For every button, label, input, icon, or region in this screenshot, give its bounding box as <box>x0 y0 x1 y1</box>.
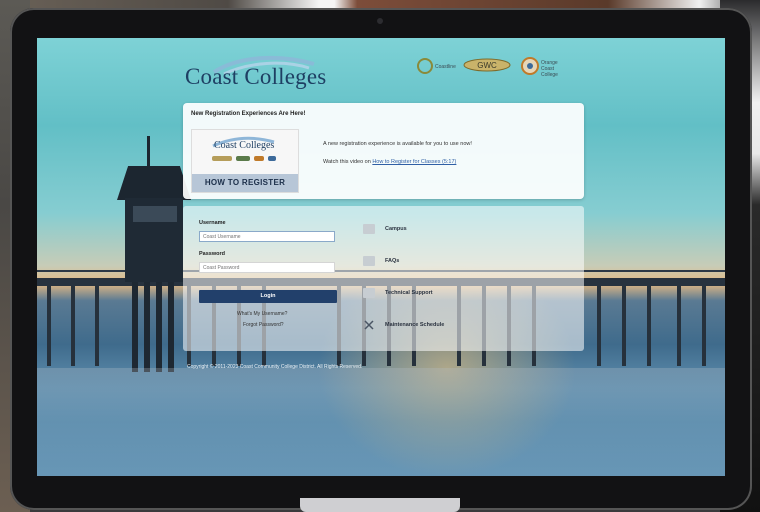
partner-logos: Coastline GWC Orange Coast College <box>417 56 567 80</box>
technical-support-label: Technical Support <box>385 290 433 296</box>
password-input[interactable] <box>199 262 335 273</box>
video-text-prefix: Watch this video on <box>323 159 373 165</box>
how-to-register-card[interactable]: Coast Colleges HOW TO REGISTER <box>191 129 299 193</box>
campus-label: Campus <box>385 226 407 232</box>
laptop-hinge <box>300 498 460 512</box>
announcement-text: A new registration experience is availab… <box>323 141 472 147</box>
login-panel: Username Password Login What's My Userna… <box>183 206 584 351</box>
occ-logo-icon <box>521 57 539 75</box>
pier-pile <box>647 286 651 366</box>
tools-icon <box>364 320 374 330</box>
how-to-register-label: HOW TO REGISTER <box>192 174 298 192</box>
support-icon <box>363 288 375 298</box>
maintenance-schedule-label: Maintenance Schedule <box>385 322 445 328</box>
partner-logo-3: Orange Coast College <box>541 60 558 78</box>
password-label: Password <box>199 251 225 257</box>
tower-legs <box>132 282 178 372</box>
copyright-text: Copyright © 2011-2023 Coast Community Co… <box>187 364 363 370</box>
how-to-register-video-link[interactable]: How to Register for Classes (5:17) <box>372 159 456 165</box>
tower-window <box>133 206 177 222</box>
pier-pile <box>95 286 99 366</box>
screen: Coast Colleges Coastline GWC Orange Coas… <box>37 38 725 476</box>
partner-logo-1: Coastline <box>435 64 456 70</box>
pier-pile <box>622 286 626 366</box>
pier-pile <box>597 286 601 366</box>
announcement-video-text: Watch this video on How to Register for … <box>323 159 456 165</box>
username-input[interactable] <box>199 231 335 242</box>
coastline-logo-icon <box>417 58 433 74</box>
help-icon <box>363 256 375 266</box>
svg-text:GWC: GWC <box>477 61 497 70</box>
pier-pile <box>71 286 75 366</box>
camera <box>377 18 383 24</box>
username-label: Username <box>199 220 226 226</box>
logo-text: Coast Colleges <box>185 64 327 89</box>
gwc-logo-icon: GWC <box>463 58 511 72</box>
tower-roof <box>117 166 191 200</box>
announcement-panel: New Registration Experiences Are Here! C… <box>183 103 584 199</box>
login-button[interactable]: Login <box>199 290 337 303</box>
water-reflection <box>37 368 725 476</box>
tower-mast <box>147 136 150 168</box>
forgot-username-link[interactable]: What's My Username? <box>237 311 287 317</box>
card-partner-logos <box>212 156 278 164</box>
forgot-password-link[interactable]: Forgot Password? <box>243 322 284 328</box>
pier-pile <box>677 286 681 366</box>
pier-pile <box>702 286 706 366</box>
card-logo-text: Coast Colleges <box>214 140 275 151</box>
announcement-title: New Registration Experiences Are Here! <box>191 111 306 117</box>
coast-colleges-logo[interactable]: Coast Colleges <box>185 54 385 94</box>
pier-pile <box>47 286 51 366</box>
building-icon <box>363 224 375 234</box>
faqs-label: FAQs <box>385 258 400 264</box>
